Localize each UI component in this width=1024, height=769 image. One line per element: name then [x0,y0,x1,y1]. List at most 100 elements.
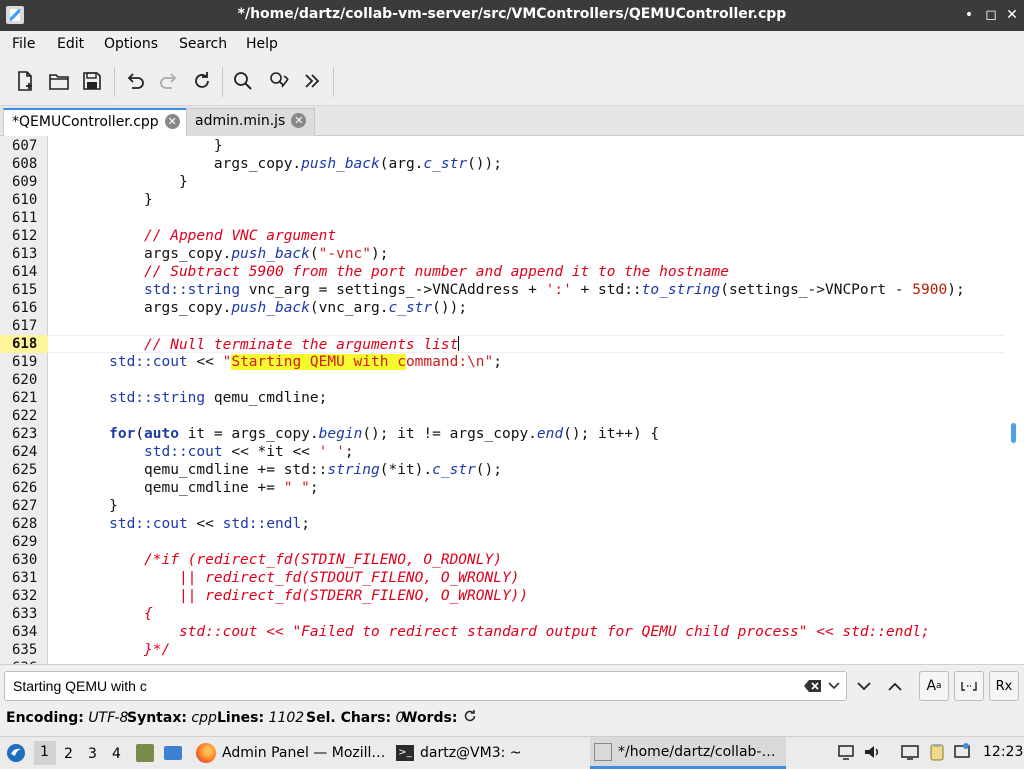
code-line[interactable]: { [48,605,1004,623]
code-line[interactable]: std::cout << std::endl; [48,515,1004,533]
network-icon[interactable] [836,742,856,766]
minimize-button[interactable]: • [960,6,978,24]
workspace-4[interactable]: 4 [112,746,121,762]
workspace-2[interactable]: 2 [64,746,73,762]
toolbar-separator [114,67,115,97]
sel-chars-label: Sel. Chars: [306,710,392,726]
code-line[interactable]: } [48,173,1004,191]
reload-icon[interactable] [187,66,217,96]
code-editor[interactable]: 607 608 609 610 611 612 613 614 615 616 … [0,136,1024,664]
menu-options[interactable]: Options [104,36,158,52]
taskbar-firefox[interactable]: Admin Panel — Mozill… [192,737,388,769]
whole-word-button[interactable] [954,671,984,701]
redo-icon[interactable] [154,66,184,96]
open-folder-icon[interactable] [44,66,74,96]
replace-icon[interactable] [264,66,294,96]
status-sel-chars: Sel. Chars: 0 [306,710,404,726]
menu-file[interactable]: File [12,36,35,52]
code-line[interactable] [48,317,1004,335]
code-line[interactable]: std::cout << "Starting QEMU with command… [48,353,1004,371]
regex-button[interactable]: Rx [989,671,1019,701]
close-window-button[interactable]: ✕ [1003,6,1021,24]
taskbar-item-label: Admin Panel — Mozill… [222,745,386,761]
workspace-3[interactable]: 3 [88,746,97,762]
find-input[interactable] [4,671,847,701]
menu-help[interactable]: Help [246,36,278,52]
volume-icon[interactable] [862,742,882,766]
notifications-icon[interactable] [952,742,972,766]
syntax-label: Syntax: [127,710,187,726]
file-manager-launcher-icon[interactable] [136,744,154,762]
scrollbar-thumb[interactable] [1011,423,1016,443]
new-file-icon[interactable] [10,66,40,96]
taskbar: 1 2 3 4 Admin Panel — Mozill… >_ dartz@V… [0,736,1024,769]
terminal-icon: >_ [396,745,414,761]
code-line[interactable]: for(auto it = args_copy.begin(); it != a… [48,425,1004,443]
code-line[interactable]: }*/ [48,641,1004,659]
display-icon[interactable] [900,742,920,766]
code-line[interactable] [48,407,1004,425]
firefox-icon [196,743,216,763]
code-line[interactable]: std::cout << "Failed to redirect standar… [48,623,1004,641]
menu-search[interactable]: Search [179,36,227,52]
code-line[interactable]: // Append VNC argument [48,227,1004,245]
encoding-label: Encoding: [6,710,84,726]
code-line[interactable]: } [48,137,1004,155]
workspace-1[interactable]: 1 [34,741,56,765]
code-line[interactable]: /*if (redirect_fd(STDIN_FILENO, O_RDONLY… [48,551,1004,569]
lines-label: Lines: [217,710,265,726]
code-line[interactable]: args_copy.push_back(arg.c_str()); [48,155,1004,173]
toolbar-separator [222,67,223,97]
start-menu-icon[interactable] [5,742,27,764]
code-line[interactable]: qemu_cmdline += " "; [48,479,1004,497]
line-number-gutter: 607 608 609 610 611 612 613 614 615 616 … [0,136,48,664]
undo-icon[interactable] [120,66,150,96]
search-icon[interactable] [228,66,258,96]
status-lines: Lines: 1102 [217,710,304,726]
match-case-label: A [926,678,937,694]
refresh-word-count-icon[interactable] [463,709,477,727]
status-bar: Encoding: UTF-8 Syntax: cpp Lines: 1102 … [0,706,1024,732]
taskbar-item-label: */home/dartz/collab-… [618,743,776,760]
status-syntax: Syntax: cpp [127,710,217,726]
find-previous-button[interactable] [880,671,910,701]
words-label: Words: [402,710,458,726]
code-line[interactable]: std::cout << *it << ' '; [48,443,1004,461]
code-line[interactable]: args_copy.push_back("-vnc"); [48,245,1004,263]
code-line[interactable] [48,533,1004,551]
clipboard-icon[interactable] [927,742,947,766]
code-line[interactable]: } [48,497,1004,515]
close-tab-icon[interactable]: ✕ [164,114,180,129]
close-tab-icon[interactable]: ✕ [291,113,307,128]
save-icon[interactable] [77,66,107,96]
workspace-label: 1 [40,744,49,760]
taskbar-editor[interactable]: */home/dartz/collab-… [590,737,786,769]
tab-qemucontroller[interactable]: *QEMUController.cpp ✕ [3,108,189,137]
match-case-button[interactable]: Aa [919,671,949,701]
current-code-line[interactable]: // Null terminate the arguments list [48,335,1004,353]
code-line[interactable]: || redirect_fd(STDERR_FILENO, O_WRONLY)) [48,587,1004,605]
search-history-dropdown-icon[interactable] [822,673,846,699]
status-encoding: Encoding: UTF-8 [6,710,128,726]
code-line[interactable]: std::string vnc_arg = settings_->VNCAddr… [48,281,1004,299]
code-line[interactable]: } [48,191,1004,209]
maximize-button[interactable]: ◻ [982,6,1000,24]
show-desktop-icon[interactable] [164,746,182,760]
lines-value: 1102 [268,710,305,726]
editor-taskbar-icon [594,742,612,761]
code-line[interactable]: std::string qemu_cmdline; [48,389,1004,407]
code-line[interactable]: args_copy.push_back(vnc_arg.c_str()); [48,299,1004,317]
tab-admin-min-js[interactable]: admin.min.js ✕ [186,108,316,136]
find-next-button[interactable] [849,671,879,701]
taskbar-terminal[interactable]: >_ dartz@VM3: ~ [392,737,588,769]
toolbar-separator [333,67,334,97]
code-line[interactable]: // Subtract 5900 from the port number an… [48,263,1004,281]
code-line[interactable] [48,371,1004,389]
clock[interactable]: 12:23 [983,744,1023,760]
tab-label: *QEMUController.cpp [12,114,159,130]
more-icon[interactable] [297,66,327,96]
code-line[interactable]: || redirect_fd(STDOUT_FILENO, O_WRONLY) [48,569,1004,587]
menu-edit[interactable]: Edit [57,36,84,52]
code-line[interactable]: qemu_cmdline += std::string(*it).c_str()… [48,461,1004,479]
code-line[interactable] [48,209,1004,227]
